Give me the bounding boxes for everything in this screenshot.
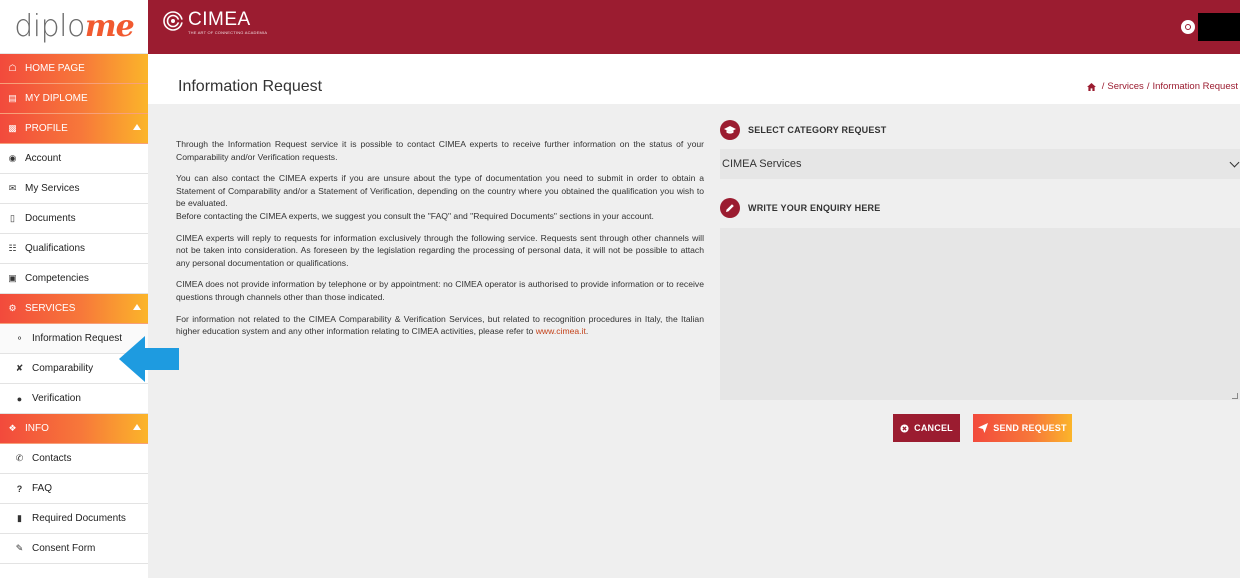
folder-icon: ▯ bbox=[10, 213, 15, 223]
enquiry-label-text: WRITE YOUR ENQUIRY HERE bbox=[748, 203, 881, 213]
chevron-up-icon bbox=[133, 424, 141, 430]
sidebar-item-my-services[interactable]: ✉ My Services bbox=[0, 174, 148, 204]
sidebar-item-faq[interactable]: ? FAQ bbox=[0, 474, 148, 504]
enquiry-textarea[interactable] bbox=[720, 228, 1240, 400]
id-badge-icon: ▩ bbox=[8, 123, 17, 133]
user-circle-icon: ◉ bbox=[8, 153, 17, 163]
home-icon: ☖ bbox=[8, 63, 17, 73]
sidebar-item-label: Contacts bbox=[32, 453, 72, 464]
sidebar-item-verification[interactable]: ● Verification bbox=[0, 384, 148, 414]
page-title: Information Request bbox=[178, 78, 323, 95]
cimea-logo-text: CIMEA bbox=[188, 9, 251, 30]
sidebar-item-required-documents[interactable]: ▮ Required Documents bbox=[0, 504, 148, 534]
cimea-website-link[interactable]: www.cimea.it bbox=[536, 326, 586, 336]
home-icon[interactable] bbox=[1086, 82, 1096, 91]
envelope-icon: ✉ bbox=[8, 183, 17, 193]
cancel-label: CANCEL bbox=[914, 423, 953, 433]
category-selected-value: CIMEA Services bbox=[722, 158, 802, 170]
sidebar-item-label: Consent Form bbox=[32, 543, 96, 554]
sidebar-item-qualifications[interactable]: ☷ Qualifications bbox=[0, 234, 148, 264]
cimea-logo-icon bbox=[163, 11, 184, 31]
sidebar-item-contacts[interactable]: ✆ Contacts bbox=[0, 444, 148, 474]
send-request-button[interactable]: SEND REQUEST bbox=[973, 414, 1072, 442]
logo-text-diplo: diplo bbox=[14, 9, 85, 44]
sidebar-item-label: MY DIPLOME bbox=[25, 93, 88, 104]
pencil-icon bbox=[720, 198, 740, 218]
annotation-arrow-icon bbox=[119, 336, 179, 382]
logo-text-me: me bbox=[84, 9, 135, 44]
verification-icon: ● bbox=[16, 393, 23, 404]
chevron-up-icon bbox=[133, 124, 141, 130]
sidebar-section-label: SERVICES bbox=[25, 303, 76, 314]
period: . bbox=[585, 326, 589, 337]
cimea-tagline: THE ART OF CONNECTING ACADEMIA bbox=[188, 30, 268, 35]
sidebar-item-consent-form[interactable]: ✎ Consent Form bbox=[0, 534, 148, 564]
resize-handle[interactable] bbox=[1232, 393, 1238, 399]
sidebar-section-label: INFO bbox=[25, 423, 49, 434]
sidebar-item-label: Account bbox=[25, 153, 62, 164]
sidebar-item-label: Qualifications bbox=[25, 243, 86, 254]
breadcrumb: / Services / Information Request bbox=[1086, 81, 1238, 92]
sidebar-item-label: Information Request bbox=[32, 333, 123, 344]
intro-text: Through the Information Request service … bbox=[176, 138, 704, 347]
enquiry-section-label: WRITE YOUR ENQUIRY HERE bbox=[720, 198, 880, 218]
compare-icon: ✘ bbox=[15, 363, 24, 373]
sidebar-item-label: HOME PAGE bbox=[25, 63, 85, 74]
pencil-icon: ✎ bbox=[15, 543, 24, 553]
info-icon: ❖ bbox=[8, 423, 17, 433]
category-select[interactable]: CIMEA Services bbox=[720, 149, 1240, 179]
intro-paragraph: CIMEA does not provide information by te… bbox=[176, 279, 704, 302]
card-icon: ▤ bbox=[8, 93, 17, 103]
page-header: Information Request / Services / Informa… bbox=[148, 54, 1240, 104]
sidebar-section-info[interactable]: ❖ INFO bbox=[0, 414, 148, 444]
gears-icon: ⚙ bbox=[8, 303, 17, 313]
document-icon: ▮ bbox=[17, 513, 22, 523]
sidebar-item-label: My Services bbox=[25, 183, 80, 194]
sidebar-item-label: Documents bbox=[25, 213, 76, 224]
intro-paragraph: You can also contact the CIMEA experts i… bbox=[176, 173, 704, 209]
sidebar-item-documents[interactable]: ▯ Documents bbox=[0, 204, 148, 234]
sidebar-item-home[interactable]: ☖ HOME PAGE bbox=[0, 54, 148, 84]
user-icon[interactable] bbox=[1181, 20, 1195, 34]
intro-paragraph-text: For information not related to the CIMEA… bbox=[176, 313, 704, 337]
category-label-text: SELECT CATEGORY REQUEST bbox=[748, 125, 887, 135]
sidebar-section-profile[interactable]: ▩ PROFILE bbox=[0, 114, 148, 144]
chat-icon: ⚬ bbox=[15, 333, 24, 343]
cancel-icon bbox=[900, 423, 909, 433]
sidebar-item-label: Comparability bbox=[32, 363, 94, 374]
graduation-cap-icon bbox=[720, 120, 740, 140]
user-name-redacted[interactable] bbox=[1198, 13, 1240, 41]
sidebar-item-my-diplome[interactable]: ▤ MY DIPLOME bbox=[0, 84, 148, 114]
sidebar-section-label: PROFILE bbox=[25, 123, 68, 134]
top-bar: diplo me CIMEA THE ART OF CONNECTING ACAD… bbox=[0, 0, 1240, 54]
sidebar-item-account[interactable]: ◉ Account bbox=[0, 144, 148, 174]
intro-paragraph: CIMEA experts will reply to requests for… bbox=[176, 232, 704, 268]
sidebar-item-label: Required Documents bbox=[32, 513, 126, 524]
diplome-logo[interactable]: diplo me bbox=[0, 0, 148, 54]
breadcrumb-current: Information Request bbox=[1152, 81, 1238, 92]
sidebar-item-label: FAQ bbox=[32, 483, 53, 494]
breadcrumb-services[interactable]: Services bbox=[1107, 81, 1143, 92]
sidebar: ☖ HOME PAGE ▤ MY DIPLOME ▩ PROFILE ◉ Acc… bbox=[0, 54, 148, 578]
intro-paragraph: Before contacting the CIMEA experts, we … bbox=[176, 210, 654, 221]
phone-icon: ✆ bbox=[15, 453, 24, 463]
cancel-button[interactable]: CANCEL bbox=[893, 414, 960, 442]
cimea-logo[interactable]: CIMEA THE ART OF CONNECTING ACADEMIA bbox=[162, 10, 267, 35]
sidebar-section-services[interactable]: ⚙ SERVICES bbox=[0, 294, 148, 324]
category-section-label: SELECT CATEGORY REQUEST bbox=[720, 120, 886, 140]
chevron-up-icon bbox=[133, 304, 141, 310]
sidebar-item-label: Competencies bbox=[25, 273, 89, 284]
file-icon: ☷ bbox=[8, 243, 17, 253]
sidebar-item-label: Verification bbox=[32, 393, 81, 404]
briefcase-icon: ▣ bbox=[8, 273, 17, 283]
header-band: CIMEA THE ART OF CONNECTING ACADEMIA bbox=[148, 0, 1240, 54]
send-request-label: SEND REQUEST bbox=[993, 423, 1067, 433]
intro-paragraph-links: For information not related to the CIMEA… bbox=[176, 313, 704, 338]
sidebar-item-competencies[interactable]: ▣ Competencies bbox=[0, 264, 148, 294]
intro-paragraph: Through the Information Request service … bbox=[176, 139, 704, 162]
paper-plane-icon bbox=[978, 423, 989, 433]
question-icon: ? bbox=[16, 483, 23, 494]
chevron-down-icon bbox=[1229, 157, 1240, 168]
